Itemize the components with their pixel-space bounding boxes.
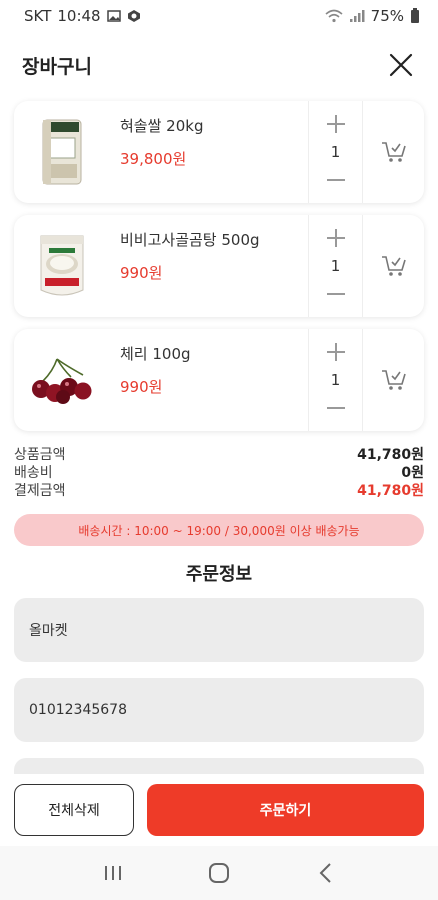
item-info: 비비고사골곰탕 500g 990원 — [110, 215, 308, 317]
quantity-stepper: 1 — [308, 215, 362, 317]
page-title: 장바구니 — [22, 55, 92, 78]
increase-button[interactable] — [323, 339, 349, 365]
decrease-button[interactable] — [323, 281, 349, 307]
plus-icon — [326, 229, 345, 247]
status-right: 75% — [325, 7, 420, 25]
bottom-action-bar: 전체삭제 주문하기 — [0, 774, 438, 846]
item-price: 990원 — [120, 264, 163, 282]
cart-icon — [381, 256, 406, 276]
shipping-value: 0원 — [401, 465, 424, 481]
close-button[interactable] — [386, 50, 416, 80]
price-summary: 상품금액 41,780원 배송비 0원 결제금액 41,780원 — [14, 446, 424, 500]
cart-icon — [381, 370, 406, 390]
item-name: 혀솔쌀 20kg — [120, 117, 204, 135]
subtotal-value: 41,780원 — [357, 447, 424, 463]
remove-from-cart-button[interactable] — [362, 101, 424, 203]
increase-button[interactable] — [323, 111, 349, 137]
back-button[interactable] — [305, 853, 345, 893]
quantity-stepper: 1 — [308, 329, 362, 431]
cherry-image — [14, 329, 110, 431]
item-info: 혀솔쌀 20kg 39,800원 — [110, 101, 308, 203]
subtotal-label: 상품금액 — [14, 447, 66, 463]
delivery-notice: 배송시간 : 10:00 ~ 19:00 / 30,000원 이상 배송가능 — [14, 514, 424, 546]
app-icon — [127, 9, 141, 23]
cart-item: 체리 100g 990원 1 — [14, 329, 424, 431]
cart-item: 비비고사골곰탕 500g 990원 1 — [14, 215, 424, 317]
home-icon — [209, 863, 229, 883]
quantity-stepper: 1 — [308, 101, 362, 203]
phone-field[interactable]: 01012345678 — [14, 678, 424, 742]
status-bar: SKT 10:48 75% — [0, 0, 438, 32]
name-field[interactable]: 올마켓 — [14, 598, 424, 662]
remove-from-cart-button[interactable] — [362, 329, 424, 431]
total-label: 결제금액 — [14, 483, 66, 499]
order-info-title: 주문정보 — [185, 564, 253, 585]
cart-item: 혀솔쌀 20kg 39,800원 1 — [14, 101, 424, 203]
total-value: 41,780원 — [357, 483, 424, 499]
item-name: 체리 100g — [120, 345, 191, 363]
item-price: 39,800원 — [120, 150, 187, 168]
recent-apps-button[interactable] — [93, 853, 133, 893]
shipping-label: 배송비 — [14, 465, 53, 481]
minus-icon — [326, 293, 345, 295]
system-nav-bar — [0, 846, 438, 900]
quantity-value: 1 — [330, 257, 341, 275]
header: 장바구니 — [0, 32, 438, 98]
phone-value: 01012345678 — [29, 702, 127, 718]
minus-icon — [326, 407, 345, 409]
total-row: 결제금액 41,780원 — [14, 482, 424, 500]
decrease-button[interactable] — [323, 167, 349, 193]
back-icon — [319, 863, 331, 883]
order-button[interactable]: 주문하기 — [147, 784, 424, 836]
minus-icon — [326, 179, 345, 181]
close-icon — [389, 53, 413, 77]
status-left: SKT 10:48 — [24, 7, 141, 25]
quantity-value: 1 — [330, 371, 341, 389]
shipping-row: 배송비 0원 — [14, 464, 424, 482]
item-name: 비비고사골곰탕 500g — [120, 231, 260, 249]
name-value: 올마켓 — [29, 623, 68, 639]
home-button[interactable] — [199, 853, 239, 893]
rice-bag-image — [14, 101, 110, 203]
delete-all-button[interactable]: 전체삭제 — [14, 784, 134, 836]
subtotal-row: 상품금액 41,780원 — [14, 446, 424, 464]
carrier-text: SKT — [24, 7, 52, 25]
plus-icon — [326, 343, 345, 361]
recent-apps-icon — [105, 866, 121, 880]
clock-text: 10:48 — [57, 7, 101, 25]
battery-text: 75% — [370, 7, 404, 25]
battery-icon — [410, 8, 420, 24]
cart-icon — [381, 142, 406, 162]
remove-from-cart-button[interactable] — [362, 215, 424, 317]
quantity-value: 1 — [330, 143, 341, 161]
soup-pouch-image — [14, 215, 110, 317]
signal-icon — [349, 9, 365, 23]
wifi-icon — [325, 9, 343, 23]
item-price: 990원 — [120, 378, 163, 396]
gallery-icon — [106, 9, 121, 23]
increase-button[interactable] — [323, 225, 349, 251]
decrease-button[interactable] — [323, 395, 349, 421]
item-info: 체리 100g 990원 — [110, 329, 308, 431]
plus-icon — [326, 115, 345, 133]
